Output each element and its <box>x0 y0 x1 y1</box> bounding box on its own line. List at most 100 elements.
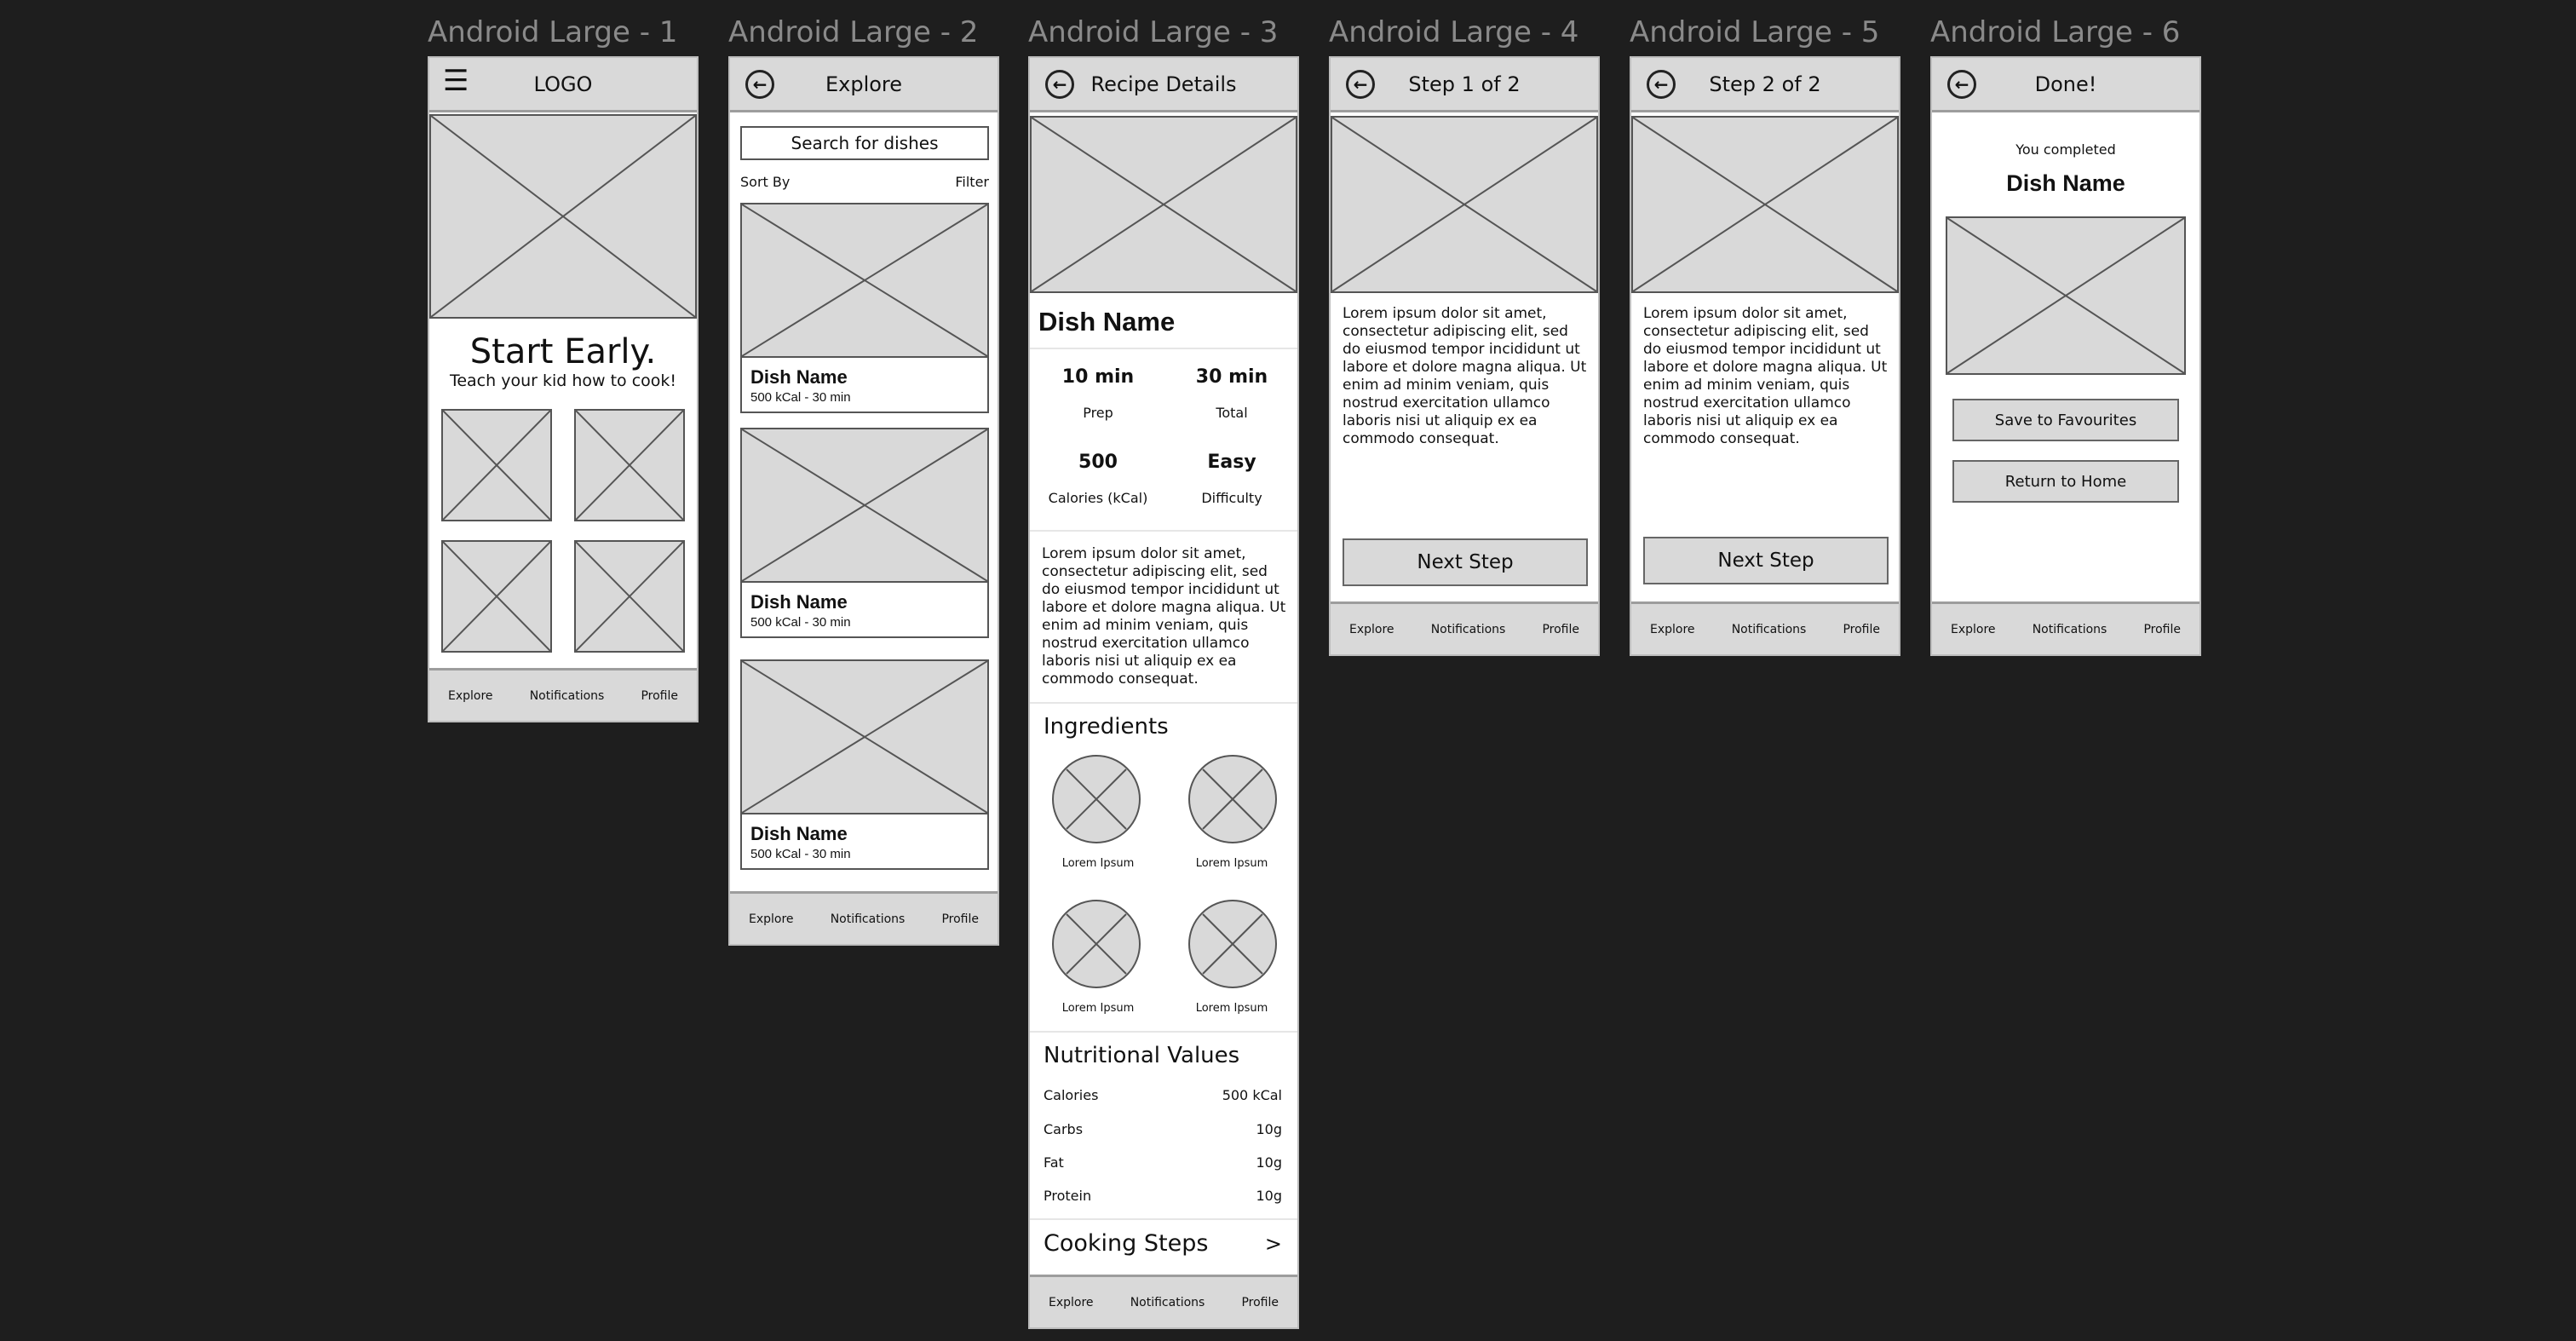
cooking-steps-label: Cooking Steps <box>1044 1230 1209 1257</box>
image-placeholder-icon <box>1190 757 1275 842</box>
header-title: Recipe Details <box>1090 72 1237 96</box>
nav-notifications[interactable]: Notifications <box>2033 623 2107 636</box>
screen-explore: ← Explore Search for dishes Sort By Filt… <box>728 56 999 946</box>
bottom-nav: Explore Notifications Profile <box>1030 1275 1297 1327</box>
image-placeholder-icon <box>1947 218 2184 373</box>
dish-card[interactable]: Dish Name 500 kCal - 30 min <box>740 428 989 638</box>
nav-notifications[interactable]: Notifications <box>1431 623 1506 636</box>
dish-image-placeholder <box>742 204 987 358</box>
sort-by-link[interactable]: Sort By <box>740 174 790 190</box>
nav-profile[interactable]: Profile <box>1843 623 1880 636</box>
nutrition-name: Protein <box>1044 1188 1092 1204</box>
cooking-steps-link[interactable]: Cooking Steps > <box>1030 1220 1297 1271</box>
screen-step-1: ← Step 1 of 2 Lorem ipsum dolor sit amet… <box>1329 56 1600 656</box>
completed-text: You completed <box>2015 141 2116 158</box>
image-placeholder-icon <box>443 411 550 520</box>
ingredient-label: Lorem Ipsum <box>1061 857 1135 870</box>
dish-image-placeholder <box>1946 216 2186 375</box>
dish-meta: 500 kCal - 30 min <box>750 847 851 861</box>
category-tile[interactable] <box>574 540 685 653</box>
header: ← Done! <box>1932 58 2199 112</box>
ingredient-image <box>1052 755 1141 843</box>
nav-explore[interactable]: Explore <box>1349 623 1394 636</box>
step-instructions: Lorem ipsum dolor sit amet, consectetur … <box>1643 305 1888 447</box>
dish-card[interactable]: Dish Name 500 kCal - 30 min <box>740 659 989 870</box>
nutrition-value: 10g <box>1256 1188 1282 1204</box>
header: ← Explore <box>730 58 998 112</box>
frame-label-1: Android Large - 1 <box>428 15 678 49</box>
nav-profile[interactable]: Profile <box>641 689 678 703</box>
step-image-placeholder <box>1331 116 1598 293</box>
image-placeholder-icon <box>576 411 683 520</box>
frame-label-2: Android Large - 2 <box>728 15 979 49</box>
header: ← Recipe Details <box>1030 58 1297 112</box>
nutrition-heading: Nutritional Values <box>1044 1043 1240 1068</box>
header-title: Step 2 of 2 <box>1709 72 1821 96</box>
stat-value: 10 min <box>1061 366 1135 388</box>
dish-name: Dish Name <box>750 823 848 844</box>
image-placeholder-icon <box>1332 118 1596 291</box>
frame-label-4: Android Large - 4 <box>1329 15 1579 49</box>
hamburger-menu-icon[interactable]: ☰ <box>443 66 469 95</box>
category-tile[interactable] <box>574 409 685 521</box>
frame-label-6: Android Large - 6 <box>1930 15 2181 49</box>
completed-dish-name: Dish Name <box>2006 170 2125 196</box>
back-arrow-icon[interactable]: ← <box>1346 70 1375 99</box>
nav-notifications[interactable]: Notifications <box>1130 1296 1205 1309</box>
filter-link[interactable]: Filter <box>955 174 989 190</box>
dish-card[interactable]: Dish Name 500 kCal - 30 min <box>740 203 989 413</box>
nav-explore[interactable]: Explore <box>1951 623 1996 636</box>
category-tile[interactable] <box>441 540 552 653</box>
hero-image-placeholder <box>429 114 697 319</box>
dish-name: Dish Name <box>750 366 848 388</box>
header-title: Done! <box>2034 72 2097 96</box>
nav-explore[interactable]: Explore <box>749 912 794 926</box>
ingredient-label: Lorem Ipsum <box>1061 1002 1135 1015</box>
frame-label-5: Android Large - 5 <box>1630 15 1880 49</box>
stat-value: 500 <box>1078 452 1118 473</box>
stat-label: Calories (kCal) <box>1048 490 1148 506</box>
nav-explore[interactable]: Explore <box>1650 623 1695 636</box>
save-to-favourites-button[interactable]: Save to Favourites <box>1952 399 2179 441</box>
ingredient-image <box>1052 900 1141 988</box>
nav-profile[interactable]: Profile <box>2143 623 2181 636</box>
screen-step-2: ← Step 2 of 2 Lorem ipsum dolor sit amet… <box>1630 56 1900 656</box>
next-step-button[interactable]: Next Step <box>1343 538 1588 586</box>
category-tile[interactable] <box>441 409 552 521</box>
nav-profile[interactable]: Profile <box>1241 1296 1279 1309</box>
headline: Start Early. <box>469 332 657 371</box>
back-arrow-icon[interactable]: ← <box>1947 70 1976 99</box>
back-arrow-icon[interactable]: ← <box>1045 70 1074 99</box>
chevron-right-icon: > <box>1264 1232 1282 1256</box>
ingredients-heading: Ingredients <box>1044 714 1169 740</box>
nav-notifications[interactable]: Notifications <box>831 912 906 926</box>
dish-name: Dish Name <box>750 591 848 613</box>
search-input[interactable]: Search for dishes <box>740 126 989 160</box>
nutrition-name: Carbs <box>1044 1121 1084 1137</box>
stat-prep: 10 min Prep <box>1030 366 1166 421</box>
next-step-button[interactable]: Next Step <box>1643 537 1889 584</box>
header: ☰ LOGO <box>429 58 697 112</box>
frame-label-3: Android Large - 3 <box>1028 15 1279 49</box>
nutrition-value: 500 kCal <box>1222 1087 1282 1103</box>
image-placeholder-icon <box>742 661 987 813</box>
header-title: Explore <box>825 72 903 96</box>
nutrition-name: Calories <box>1044 1087 1099 1103</box>
nav-profile[interactable]: Profile <box>1542 623 1579 636</box>
nav-profile[interactable]: Profile <box>941 912 979 926</box>
nav-notifications[interactable]: Notifications <box>1732 623 1807 636</box>
nav-explore[interactable]: Explore <box>1049 1296 1094 1309</box>
return-to-home-button[interactable]: Return to Home <box>1952 460 2179 503</box>
subline: Teach your kid how to cook! <box>449 371 677 390</box>
dish-meta: 500 kCal - 30 min <box>750 390 851 405</box>
back-arrow-icon[interactable]: ← <box>1647 70 1676 99</box>
nav-notifications[interactable]: Notifications <box>530 689 605 703</box>
header: ← Step 1 of 2 <box>1331 58 1598 112</box>
ingredient-label: Lorem Ipsum <box>1195 1002 1268 1015</box>
back-arrow-icon[interactable]: ← <box>745 70 774 99</box>
dish-title: Dish Name <box>1038 307 1176 337</box>
bottom-nav: Explore Notifications Profile <box>1631 601 1899 654</box>
image-placeholder-icon <box>1054 901 1139 987</box>
header-title: Step 1 of 2 <box>1408 72 1521 96</box>
nav-explore[interactable]: Explore <box>448 689 493 703</box>
